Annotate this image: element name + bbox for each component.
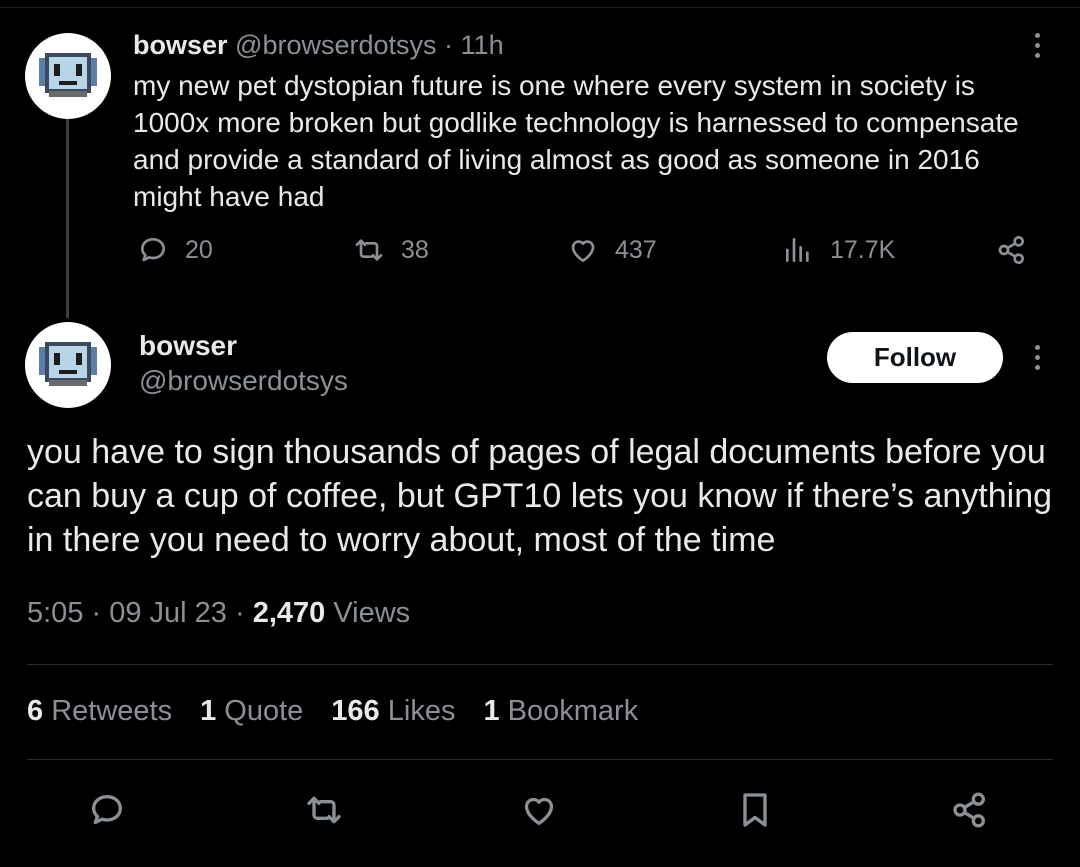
bookmarks-stat[interactable]: 1 Bookmark xyxy=(483,695,638,728)
divider xyxy=(27,759,1053,760)
parent-tweet-actions: 20 38 437 17.7K xyxy=(0,234,1080,274)
like-button[interactable]: 437 xyxy=(567,234,657,266)
reply-button[interactable] xyxy=(87,790,127,830)
retweet-button[interactable]: 38 xyxy=(353,234,429,266)
tweet-timestamp[interactable]: 5:05 · 09 Jul 23 · xyxy=(27,597,245,629)
main-tweet-text: you have to sign thousands of pages of l… xyxy=(27,433,1053,559)
retweet-button[interactable] xyxy=(304,790,344,830)
bookmark-button[interactable] xyxy=(735,790,775,830)
tweet-stats: 6 Retweets 1 Quote 166 Likes 1 Bookmark xyxy=(27,695,638,728)
bookmarks-count: 1 xyxy=(483,695,500,727)
quotes-stat[interactable]: 1 Quote xyxy=(200,695,303,728)
share-button[interactable] xyxy=(996,234,1044,266)
avatar-robot-icon xyxy=(39,342,97,386)
retweets-stat[interactable]: 6 Retweets xyxy=(27,695,172,728)
like-icon xyxy=(524,797,554,825)
reply-button[interactable]: 20 xyxy=(137,234,213,266)
bookmark-icon xyxy=(743,793,767,827)
views-label: Views xyxy=(333,597,411,629)
share-icon xyxy=(953,792,985,828)
views-button[interactable]: 17.7K xyxy=(782,234,895,266)
likes-stat[interactable]: 166 Likes xyxy=(331,695,455,728)
retweets-count: 6 xyxy=(27,695,44,727)
like-icon xyxy=(571,240,595,262)
follow-button[interactable]: Follow xyxy=(827,332,1003,383)
quotes-count: 1 xyxy=(200,695,217,727)
more-icon[interactable] xyxy=(1032,345,1042,375)
avatar[interactable] xyxy=(25,33,111,119)
author-name[interactable]: bowser xyxy=(133,30,228,60)
retweet-icon xyxy=(307,796,341,824)
retweets-label: Retweets xyxy=(51,695,173,727)
share-button[interactable] xyxy=(950,790,990,830)
like-count: 437 xyxy=(615,235,657,264)
more-icon[interactable] xyxy=(1032,33,1042,63)
bookmarks-label: Bookmark xyxy=(507,695,639,727)
views-count: 17.7K xyxy=(830,235,896,264)
reply-icon xyxy=(92,795,123,825)
like-button[interactable] xyxy=(519,790,559,830)
views-count: 2,470 xyxy=(252,597,326,629)
top-divider xyxy=(0,7,1080,8)
retweet-count: 38 xyxy=(401,235,429,264)
parent-tweet-text: my new pet dystopian future is one where… xyxy=(133,70,1019,212)
author-handle[interactable]: @browserdotsys xyxy=(235,30,436,60)
avatar[interactable] xyxy=(25,322,111,408)
divider xyxy=(27,664,1053,665)
tweet-time[interactable]: · 11h xyxy=(444,30,504,60)
parent-tweet-header: bowser @browserdotsys · 11h xyxy=(133,30,504,61)
likes-label: Likes xyxy=(387,695,456,727)
retweet-icon xyxy=(355,239,383,261)
likes-count: 166 xyxy=(331,695,380,727)
views-icon xyxy=(786,238,809,262)
share-icon xyxy=(998,236,1024,264)
thread-connector xyxy=(66,118,69,318)
author-name[interactable]: bowser xyxy=(139,330,237,362)
avatar-robot-icon xyxy=(39,53,97,97)
reply-count: 20 xyxy=(185,235,213,264)
author-handle[interactable]: @browserdotsys xyxy=(139,365,348,397)
main-tweet-actions xyxy=(0,790,1080,834)
quotes-label: Quote xyxy=(224,695,304,727)
reply-icon xyxy=(141,238,165,262)
tweet-meta: 5:05 · 09 Jul 23 · 2,470 Views xyxy=(27,597,410,630)
